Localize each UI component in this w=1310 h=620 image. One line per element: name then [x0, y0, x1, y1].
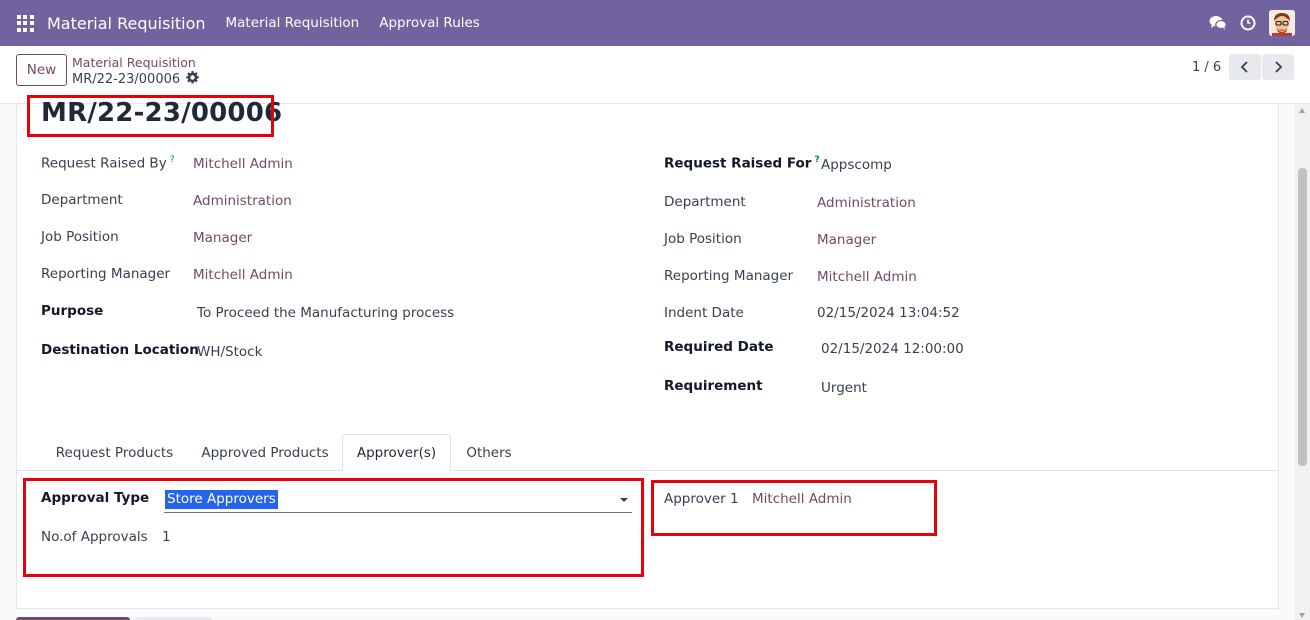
label-reporting-manager-right: Reporting Manager: [664, 268, 794, 284]
chevron-right-icon: [1275, 61, 1283, 73]
menu-material-requisition[interactable]: Material Requisition: [226, 15, 360, 31]
label-reporting-manager: Reporting Manager: [41, 266, 171, 282]
label-text: Request Raised By: [41, 155, 167, 172]
breadcrumb-current: MR/22-23/00006: [72, 71, 199, 88]
tab-request-products[interactable]: Request Products: [42, 434, 187, 471]
label-department-right: Department: [664, 194, 746, 210]
highlight-box-title: [27, 95, 274, 137]
tab-others[interactable]: Others: [453, 434, 525, 471]
field-request-raised-for[interactable]: Appscomp: [821, 157, 892, 173]
field-department[interactable]: Administration: [193, 193, 292, 209]
label-text: Request Raised For: [664, 155, 812, 172]
highlight-box-approval-type: [23, 478, 644, 577]
label-request-raised-for: Request Raised For?: [664, 155, 820, 172]
label-job-position: Job Position: [41, 229, 119, 245]
label-destination-location: Destination Location: [41, 342, 199, 358]
field-required-date[interactable]: 02/15/2024 12:00:00: [821, 341, 964, 357]
field-reporting-manager[interactable]: Mitchell Admin: [193, 267, 293, 283]
chevron-left-icon: [1240, 61, 1248, 73]
help-tooltip-icon[interactable]: ?: [170, 155, 175, 165]
chat-icon[interactable]: [1203, 0, 1233, 46]
top-navbar: Material Requisition Material Requisitio…: [0, 0, 1310, 46]
highlight-box-approver: [651, 480, 937, 536]
field-request-raised-by[interactable]: Mitchell Admin: [193, 156, 293, 172]
menu-approval-rules[interactable]: Approval Rules: [379, 15, 480, 31]
label-requirement: Requirement: [664, 378, 763, 394]
new-button[interactable]: New: [16, 54, 67, 86]
field-job-position[interactable]: Manager: [193, 230, 252, 246]
tab-approved-products[interactable]: Approved Products: [189, 434, 341, 471]
field-job-position-right[interactable]: Manager: [817, 232, 876, 248]
help-tooltip-icon[interactable]: ?: [814, 155, 819, 165]
tab-approvers[interactable]: Approver(s): [342, 434, 451, 471]
label-request-raised-by: Request Raised By?: [41, 155, 174, 172]
label-purpose: Purpose: [41, 303, 104, 319]
label-required-date: Required Date: [664, 339, 774, 355]
breadcrumb-parent[interactable]: Material Requisition: [72, 55, 196, 70]
pager-next-button[interactable]: [1262, 54, 1294, 80]
vertical-scrollbar[interactable]: [1295, 104, 1310, 620]
apps-menu-icon[interactable]: [0, 0, 50, 46]
field-reporting-manager-right[interactable]: Mitchell Admin: [817, 269, 917, 285]
label-department: Department: [41, 192, 123, 208]
app-title[interactable]: Material Requisition: [47, 14, 206, 33]
field-requirement[interactable]: Urgent: [821, 380, 867, 396]
breadcrumb-current-label: MR/22-23/00006: [72, 72, 181, 87]
user-avatar[interactable]: [1269, 10, 1295, 36]
label-job-position-right: Job Position: [664, 231, 742, 247]
field-destination-location[interactable]: WH/Stock: [197, 344, 262, 360]
gear-icon[interactable]: [186, 71, 199, 88]
pager-counter[interactable]: 1 / 6: [1192, 60, 1221, 75]
pager-previous-button[interactable]: [1229, 54, 1261, 80]
field-department-right[interactable]: Administration: [817, 195, 916, 211]
field-indent-date: 02/15/2024 13:04:52: [817, 305, 960, 321]
label-indent-date: Indent Date: [664, 305, 744, 321]
clock-icon[interactable]: [1233, 0, 1263, 46]
field-purpose[interactable]: To Proceed the Manufacturing process: [197, 305, 454, 321]
